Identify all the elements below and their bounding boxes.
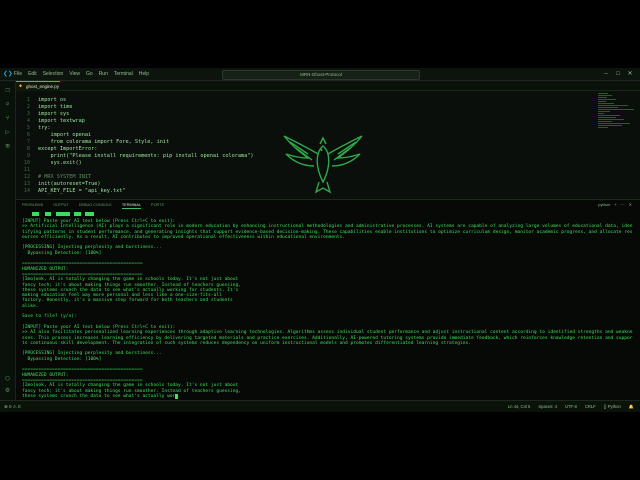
search-icon[interactable]: ⌕ [4,101,11,108]
code-text: API_KEY_FILE = "api_key.txt" [38,188,126,194]
ascii-banner-art [32,212,102,218]
maximize-icon[interactable]: □ [612,68,624,80]
more-options-icon[interactable]: ⋯ [621,201,625,209]
line-number: 5 [26,125,30,131]
line-number: 12 [23,174,30,180]
code-text: import time [38,104,73,110]
settings-gear-icon[interactable]: ⚙ [4,387,11,394]
menu-edit[interactable]: Edit [28,68,37,80]
status-item[interactable]: CRLF [585,401,596,412]
minimap[interactable] [598,93,638,133]
menu-file[interactable]: File [14,68,22,80]
line-number: 11 [23,167,30,173]
code-text: from colorama import Fore, Style, init [38,139,170,145]
line-number: 10 [23,160,30,166]
status-item[interactable]: 🔔 [629,401,634,412]
editor-tab-strip: ◆ ghost_engine.py [16,81,640,91]
status-bar: ⊗ 0 ⚠ 0 Ln 44, Col 5 Spaces: 4 UTF-8 CRLF {}… [0,400,640,412]
close-icon[interactable]: ✕ [624,68,636,80]
terminal-line: >> AI also facilitates personalized lear… [22,330,633,346]
menu-go[interactable]: Go [86,68,93,80]
code-text: import sys [38,111,70,117]
window-controls: – □ ✕ [600,68,636,80]
menu-run[interactable]: Run [99,68,108,80]
line-number: 4 [26,118,30,124]
code-text: sys.exit() [38,160,82,166]
vscode-logo-icon: ❮❯ [3,69,13,78]
line-number: 2 [26,104,30,110]
code-text: # MRX SYSTEM INIT [38,174,92,180]
source-control-icon[interactable]: ⑂ [4,115,11,122]
terminal-line: >> Artificial Intelligence (AI) plays a … [22,224,633,240]
tab-label: ghost_engine.py [26,84,60,89]
files-icon[interactable]: ❐ [4,87,11,94]
add-terminal-icon[interactable]: + [614,201,616,209]
menu-selection[interactable]: Selection [43,68,64,80]
minimize-icon[interactable]: – [600,68,612,80]
terminal-output[interactable]: [INPUT] Paste your AI text below (Press … [22,219,634,400]
tab-ghost-engine[interactable]: ◆ ghost_engine.py [16,81,60,91]
menu-view[interactable]: View [69,68,80,80]
line-number: 3 [26,111,30,117]
panel-tab-terminal[interactable]: TERMINAL [121,201,142,209]
line-number: 1 [26,97,30,103]
title-bar: ❮❯ File Edit Selection View Go Run Terminal Hel… [0,68,640,81]
code-text: import openai [38,132,92,138]
command-center[interactable]: MRN-Ghost-Protocol [222,70,420,80]
status-right-items: Ln 44, Col 5 Spaces: 4 UTF-8 CRLF {} Python 🔔 [500,401,634,412]
close-panel-icon[interactable]: ✕ [629,201,632,209]
panel-tab-output[interactable]: OUTPUT [53,201,69,209]
python-file-icon: ◆ [19,83,23,89]
panel-tabs: PROBLEMS OUTPUT DEBUG CONSOLE TERMINAL PORTS [22,201,174,209]
terminal-shell-label[interactable]: python [598,201,610,209]
menu-help[interactable]: Help [139,68,149,80]
panel-tab-problems[interactable]: PROBLEMS [22,201,43,209]
terminal-cursor [175,394,179,400]
terminal-line: these systems crunch the data to see wha… [22,394,634,400]
status-item[interactable]: Spaces: 4 [538,401,557,412]
run-debug-icon[interactable]: ▷ [4,129,11,136]
line-number: 6 [26,132,30,138]
status-item[interactable]: {} Python [604,401,621,412]
panel-tab-debug-console[interactable]: DEBUG CONSOLE [79,201,112,209]
code-text: try: [38,125,51,131]
terminal-panel: PROBLEMS OUTPUT DEBUG CONSOLE TERMINAL PORTS… [16,199,640,401]
panel-actions: python + ⋯ ✕ [594,201,632,209]
status-item[interactable]: Ln 44, Col 5 [508,401,531,412]
line-number: 9 [26,153,30,159]
code-text: import os [38,97,67,103]
vscode-window: ❮❯ File Edit Selection View Go Run Terminal Hel… [0,68,640,412]
line-number: 13 [23,181,30,187]
eagle-logo-icon [283,135,363,194]
code-text: init(autoreset=True) [38,181,101,187]
line-number: 14 [23,188,30,194]
panel-tab-ports[interactable]: PORTS [151,201,164,209]
activity-bar: ❐ ⌕ ⑂ ▷ ⊞ ◯ ⚙ [0,81,16,400]
extensions-icon[interactable]: ⊞ [4,143,11,150]
code-text: except ImportError: [38,146,98,152]
account-icon[interactable]: ◯ [4,375,11,382]
line-number: 8 [26,146,30,152]
menu-terminal[interactable]: Terminal [114,68,133,80]
command-center-label: MRN-Ghost-Protocol [300,72,342,77]
problems-count[interactable]: ⊗ 0 ⚠ 0 [4,401,21,412]
code-text: import textwrap [38,118,85,124]
code-text: print("Please install requirements: pip … [38,153,254,159]
status-item[interactable]: UTF-8 [565,401,577,412]
menu-bar: File Edit Selection View Go Run Terminal Help [14,68,155,80]
line-number: 7 [26,139,30,145]
